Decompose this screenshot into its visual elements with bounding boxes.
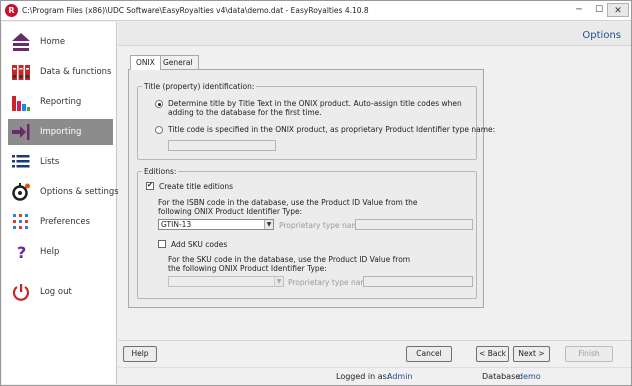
finish-button[interactable]: Finish — [565, 346, 613, 362]
logout-power-icon — [12, 284, 30, 301]
sidebar-item-label: Home — [40, 37, 66, 47]
logged-in-label: Logged in as: — [336, 372, 390, 381]
tab-onix[interactable]: ONIX — [130, 55, 161, 70]
sidebar-item-data-functions[interactable]: Data & functions — [8, 59, 113, 85]
sidebar-item-logout[interactable]: Log out — [8, 279, 113, 305]
import-arrow-icon — [12, 124, 30, 140]
title-bar: R C:\Program Files (x86)\UDC Software\Ea… — [1, 1, 631, 21]
create-title-editions-label: Create title editions — [159, 182, 234, 191]
sidebar-item-label: Log out — [40, 287, 72, 297]
next-button[interactable]: Next > — [513, 346, 550, 362]
sidebar: Home Data & functions Reporting Importin… — [2, 22, 119, 384]
logged-in-user: Admin — [387, 372, 413, 381]
sku-proprietary-input[interactable] — [363, 276, 473, 287]
title-identification-group: Title (property) identification: Determi… — [137, 82, 496, 160]
close-button[interactable]: ✕ — [607, 3, 629, 17]
reporting-chart-icon — [12, 96, 30, 111]
sidebar-item-label: Help — [40, 247, 60, 257]
sidebar-item-options-settings[interactable]: Options & settings — [8, 179, 119, 205]
app-window: R C:\Program Files (x86)\UDC Software\Ea… — [0, 0, 632, 386]
minimize-button[interactable]: ─ — [569, 3, 589, 17]
tab-general[interactable]: General — [157, 55, 199, 69]
sidebar-item-importing[interactable]: Importing — [8, 119, 113, 145]
sku-identifier-type-select[interactable]: ▼ — [168, 276, 284, 287]
chevron-down-icon[interactable]: ▼ — [264, 220, 273, 229]
sidebar-item-label: Importing — [40, 127, 82, 137]
svg-text:?: ? — [17, 243, 26, 262]
isbn-identifier-type-select[interactable]: GTIN-13 ▼ — [158, 219, 274, 230]
isbn-proprietary-label: Proprietary type name: — [279, 221, 366, 230]
page-header: Options — [118, 22, 631, 46]
chevron-down-icon[interactable]: ▼ — [274, 277, 283, 286]
sidebar-item-label: Reporting — [40, 97, 82, 107]
cancel-button[interactable]: Cancel — [406, 346, 452, 362]
isbn-note: For the ISBN code in the database, use t… — [158, 198, 418, 216]
sidebar-item-label: Data & functions — [40, 67, 112, 77]
settings-gear-icon — [12, 183, 30, 201]
options-content: ONIX General Title (property) identifica… — [118, 47, 631, 339]
title-code-label: Title code is specified in the ONIX prod… — [168, 125, 496, 134]
back-button[interactable]: < Back — [476, 346, 509, 362]
sidebar-item-label: Options & settings — [40, 187, 119, 197]
sidebar-item-label: Lists — [40, 157, 60, 167]
sidebar-item-home[interactable]: Home — [8, 29, 113, 55]
add-sku-codes-checkbox[interactable] — [158, 240, 166, 248]
isbn-proprietary-input[interactable] — [355, 219, 473, 230]
sidebar-item-help[interactable]: ? Help — [8, 239, 113, 265]
add-sku-codes-label: Add SKU codes — [171, 240, 228, 249]
app-logo-icon: R — [5, 4, 18, 17]
title-by-text-radio[interactable] — [155, 100, 163, 108]
title-identification-label: Title (property) identification: — [142, 82, 257, 91]
window-title: C:\Program Files (x86)\UDC Software\Easy… — [22, 6, 369, 15]
wizard-button-bar: Help Cancel < Back Next > Finish — [118, 340, 631, 366]
sidebar-item-preferences[interactable]: Preferences — [8, 209, 113, 235]
create-title-editions-checkbox[interactable] — [146, 181, 154, 190]
data-functions-icon — [12, 65, 30, 80]
database-label: Database: — [482, 372, 523, 381]
title-by-text-label: Determine title by Title Text in the ONI… — [168, 99, 462, 117]
sidebar-item-label: Preferences — [40, 217, 90, 227]
help-button[interactable]: Help — [123, 346, 157, 362]
sidebar-item-lists[interactable]: Lists — [8, 149, 113, 175]
editions-label: Editions: — [142, 167, 179, 176]
title-code-radio[interactable] — [155, 126, 163, 134]
status-bar: Logged in as: Admin Database: demo — [118, 367, 631, 385]
database-name: demo — [518, 372, 541, 381]
sku-proprietary-label: Proprietary type name: — [288, 278, 375, 287]
page-title: Options — [582, 30, 621, 41]
home-icon — [12, 33, 30, 51]
help-question-icon: ? — [17, 243, 26, 262]
lists-icon — [12, 155, 30, 168]
maximize-button[interactable]: ☐ — [589, 3, 609, 17]
sku-note: For the SKU code in the database, use th… — [168, 255, 411, 273]
isbn-identifier-type-value: GTIN-13 — [161, 220, 192, 229]
sidebar-item-reporting[interactable]: Reporting — [8, 89, 113, 115]
preferences-dots-icon — [13, 214, 28, 229]
title-code-type-input[interactable] — [168, 140, 276, 151]
editions-group: Editions: Create title editions For the … — [137, 167, 477, 299]
onix-tab-panel: Title (property) identification: Determi… — [128, 69, 496, 308]
